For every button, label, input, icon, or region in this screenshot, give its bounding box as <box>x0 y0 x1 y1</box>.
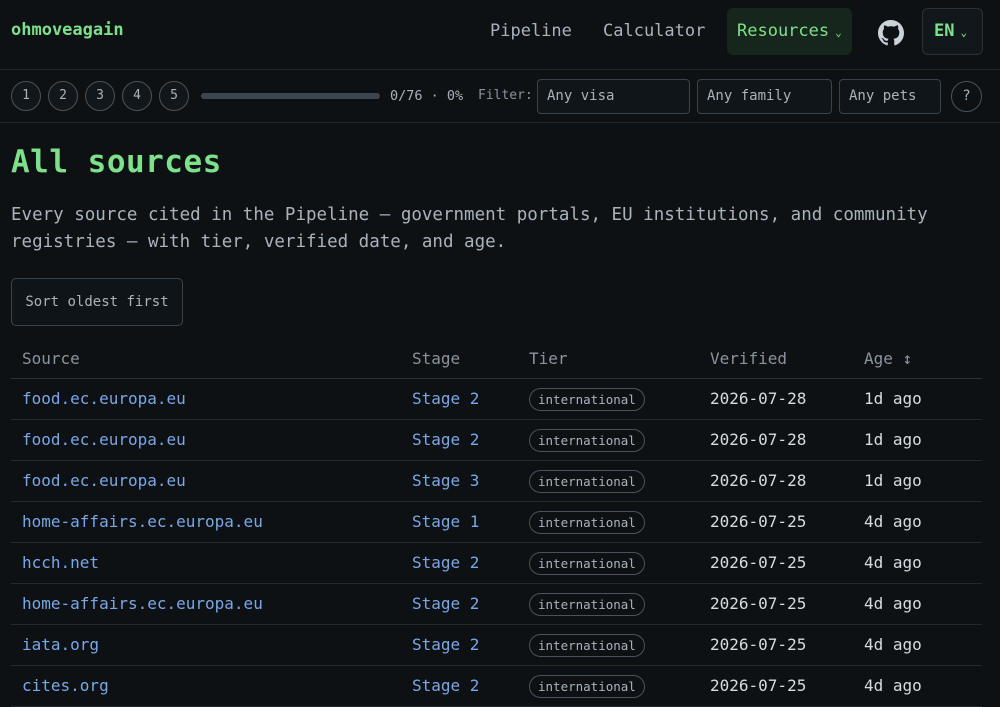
header-verified: Verified <box>710 349 788 368</box>
header-stage: Stage <box>412 349 461 368</box>
verified-date: 2026-07-25 <box>710 553 807 572</box>
nav-resources-label: Resources <box>737 21 830 41</box>
tier-badge: international <box>529 675 645 698</box>
step-5-button[interactable]: 5 <box>159 81 189 111</box>
step-1-button[interactable]: 1 <box>11 81 41 111</box>
verified-date: 2026-07-28 <box>710 389 807 408</box>
stage-link[interactable]: Stage 1 <box>412 512 479 531</box>
tier-badge: international <box>529 552 645 575</box>
language-selector[interactable]: EN ⌄ <box>922 8 983 55</box>
table-row: home-affairs.ec.europa.eu Stage 2 internat… <box>11 584 982 625</box>
stage-link[interactable]: Stage 2 <box>412 635 479 654</box>
table-header: Source Stage Tier Verified Age ↕ <box>11 338 982 379</box>
github-icon[interactable] <box>878 20 904 46</box>
source-link[interactable]: food.ec.europa.eu <box>22 471 186 490</box>
age-value: 4d ago <box>864 512 922 531</box>
filter-label: Filter: <box>478 88 533 103</box>
language-label: EN <box>934 21 955 41</box>
brand-logo[interactable]: ohmoveagain <box>11 20 124 40</box>
family-filter-select[interactable]: Any family <box>697 79 832 114</box>
stage-link[interactable]: Stage 2 <box>412 553 479 572</box>
table-row: iata.org Stage 2 international 2026-07-25 4d… <box>11 625 982 666</box>
source-link[interactable]: home-affairs.ec.europa.eu <box>22 594 263 613</box>
stage-link[interactable]: Stage 2 <box>412 430 479 449</box>
header-age-sort[interactable]: Age ↕ <box>864 349 912 368</box>
pets-filter-select[interactable]: Any pets <box>839 79 941 114</box>
tier-badge: international <box>529 429 645 452</box>
table-row: food.ec.europa.eu Stage 2 international 202… <box>11 379 982 420</box>
verified-date: 2026-07-28 <box>710 430 807 449</box>
progress-bar <box>201 93 380 99</box>
source-link[interactable]: hcch.net <box>22 553 99 572</box>
stage-link[interactable]: Stage 2 <box>412 594 479 613</box>
table-row: food.ec.europa.eu Stage 2 international 202… <box>11 420 982 461</box>
source-link[interactable]: iata.org <box>22 635 99 654</box>
table-row: food.ec.europa.eu Stage 3 international 202… <box>11 461 982 502</box>
progress-text: 0/76 · 0% <box>390 88 464 104</box>
visa-filter-select[interactable]: Any visa <box>537 79 690 114</box>
table-row: home-affairs.ec.europa.eu Stage 1 internat… <box>11 502 982 543</box>
tier-badge: international <box>529 388 645 411</box>
tier-badge: international <box>529 470 645 493</box>
top-nav: ohmoveagain Pipeline Calculator Resource… <box>0 0 1000 70</box>
nav-resources[interactable]: Resources ⌄ <box>727 8 852 55</box>
table-body: food.ec.europa.eu Stage 2 international 202… <box>11 379 982 707</box>
step-3-button[interactable]: 3 <box>85 81 115 111</box>
progress-toolbar: 1 2 3 4 5 0/76 · 0% Filter: Any visa Any… <box>0 70 1000 123</box>
age-value: 4d ago <box>864 594 922 613</box>
verified-date: 2026-07-25 <box>710 676 807 695</box>
page-title: All sources <box>11 144 222 180</box>
header-tier: Tier <box>529 349 568 368</box>
tier-badge: international <box>529 593 645 616</box>
table-row: cites.org Stage 2 international 2026-07-25 4… <box>11 666 982 707</box>
verified-date: 2026-07-25 <box>710 594 807 613</box>
chevron-down-icon: ⌄ <box>835 26 842 39</box>
page-description: Every source cited in the Pipeline — gov… <box>11 205 928 252</box>
verified-date: 2026-07-25 <box>710 635 807 654</box>
sources-table: Source Stage Tier Verified Age ↕ food.ec… <box>11 338 982 707</box>
stage-link[interactable]: Stage 2 <box>412 389 479 408</box>
verified-date: 2026-07-25 <box>710 512 807 531</box>
sort-button[interactable]: Sort oldest first <box>11 278 183 326</box>
header-source: Source <box>22 349 80 368</box>
age-value: 1d ago <box>864 389 922 408</box>
age-value: 1d ago <box>864 471 922 490</box>
age-value: 4d ago <box>864 635 922 654</box>
chevron-down-icon: ⌄ <box>960 26 968 39</box>
age-value: 1d ago <box>864 430 922 449</box>
stage-link[interactable]: Stage 3 <box>412 471 479 490</box>
source-link[interactable]: food.ec.europa.eu <box>22 430 186 449</box>
tier-badge: international <box>529 511 645 534</box>
step-4-button[interactable]: 4 <box>122 81 152 111</box>
nav-pipeline[interactable]: Pipeline <box>490 8 572 55</box>
source-link[interactable]: cites.org <box>22 676 109 695</box>
step-2-button[interactable]: 2 <box>48 81 78 111</box>
help-button[interactable]: ? <box>951 81 982 112</box>
source-link[interactable]: home-affairs.ec.europa.eu <box>22 512 263 531</box>
age-value: 4d ago <box>864 676 922 695</box>
stage-link[interactable]: Stage 2 <box>412 676 479 695</box>
nav-calculator[interactable]: Calculator <box>603 8 705 55</box>
tier-badge: international <box>529 634 645 657</box>
verified-date: 2026-07-28 <box>710 471 807 490</box>
age-value: 4d ago <box>864 553 922 572</box>
table-row: hcch.net Stage 2 international 2026-07-25 4d… <box>11 543 982 584</box>
source-link[interactable]: food.ec.europa.eu <box>22 389 186 408</box>
